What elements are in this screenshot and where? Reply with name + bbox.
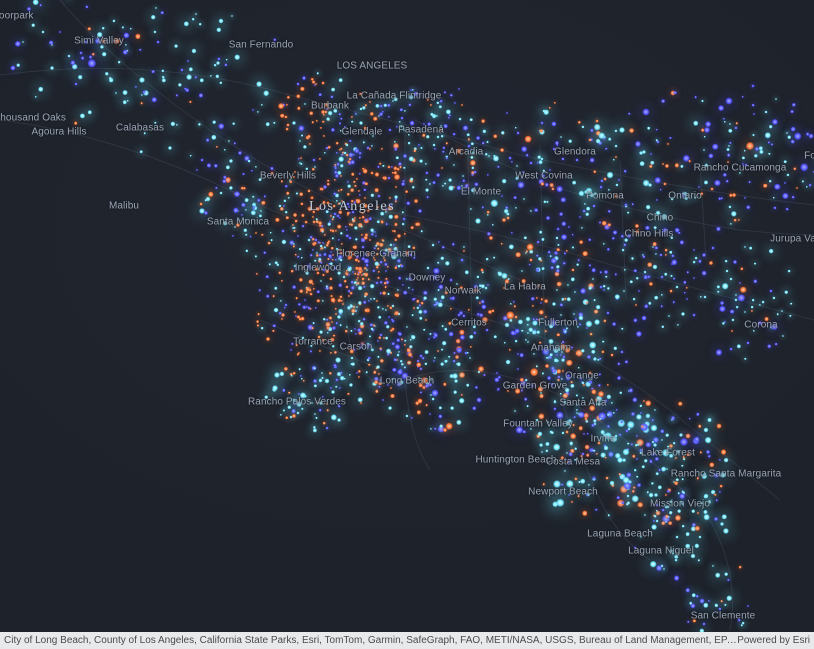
city-label: San Clemente: [691, 611, 756, 622]
city-label: Glendora: [554, 147, 596, 158]
attribution-bar: City of Long Beach, County of Los Angele…: [0, 632, 814, 649]
city-label: Simi Valley: [74, 36, 124, 47]
city-label: Thousand Oaks: [0, 113, 66, 124]
city-label: Orange: [565, 371, 599, 382]
city-label: La Habra: [504, 282, 546, 293]
city-label: Laguna Beach: [587, 529, 653, 540]
city-label: El Monte: [461, 187, 501, 198]
city-label: Moorpark: [0, 11, 34, 22]
city-label: Torrance: [293, 337, 333, 348]
city-label: Glendale: [342, 127, 383, 138]
city-label: Fullerton: [538, 318, 578, 329]
city-label: Downey: [409, 273, 446, 284]
city-label: Huntington Beach: [475, 455, 556, 466]
city-label: Rancho Cucamonga: [694, 163, 787, 174]
city-label: Beverly Hills: [260, 171, 316, 182]
attribution-sources: City of Long Beach, County of Los Angele…: [4, 632, 737, 649]
city-label: Cerritos: [451, 318, 487, 329]
city-label: Malibu: [109, 201, 139, 212]
city-label: Inglewood: [295, 263, 342, 274]
map-canvas[interactable]: Moorpark Simi Valley San Fernando LOS ANGEL…: [0, 0, 814, 649]
city-label: Chino: [647, 213, 674, 224]
city-label: Burbank: [311, 101, 349, 112]
city-label: Pomona: [586, 191, 624, 202]
city-label: Arcadia: [449, 147, 484, 158]
city-label: Costa Mesa: [546, 457, 600, 468]
city-label: Newport Beach: [528, 487, 598, 498]
city-label: LOS ANGELES: [337, 61, 408, 72]
city-label: Lake Forest: [641, 448, 695, 459]
city-label: Garden Grove: [503, 381, 568, 392]
city-label: Irvine: [590, 434, 615, 445]
city-label: Ontario: [668, 191, 702, 202]
city-label: Anaheim: [531, 343, 571, 354]
city-label: Norwalk: [445, 286, 482, 297]
city-label: Santa Ana: [559, 398, 606, 409]
city-label: Laguna Niguel: [628, 546, 694, 557]
city-label: Fountain Valley: [503, 419, 573, 430]
city-label: Santa Monica: [207, 217, 269, 228]
city-label: Carson: [340, 342, 373, 353]
city-label: Florence-Graham: [336, 249, 416, 260]
city-label: San Fernando: [229, 40, 294, 51]
city-label: Jurupa Va: [770, 234, 814, 245]
city-label: Agoura Hills: [31, 127, 86, 138]
city-label: Rancho Palos Verdes: [248, 397, 346, 408]
city-label: Corona: [744, 320, 777, 331]
attribution-provider: Powered by Esri: [737, 632, 810, 649]
city-label: Mission Viejo: [650, 499, 710, 510]
city-label: Pasadena: [398, 125, 444, 136]
city-label: Los Angeles: [309, 199, 395, 215]
city-label: Calabasas: [116, 123, 164, 134]
city-label: Chino Hills: [625, 229, 674, 240]
city-label: La Cañada Flintridge: [347, 91, 442, 102]
city-label: Long Beach: [380, 376, 434, 387]
city-label: West Covina: [515, 171, 573, 182]
city-label: Rancho Santa Margarita: [671, 469, 782, 480]
city-label: Fo: [804, 151, 814, 162]
